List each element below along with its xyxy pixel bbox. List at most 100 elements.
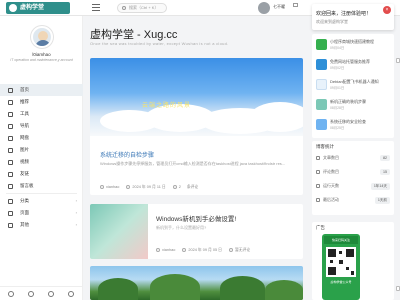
user-avatar[interactable]: [258, 2, 270, 14]
bell-icon[interactable]: [286, 3, 290, 7]
sidebar-footer: [0, 286, 83, 300]
user-icon[interactable]: [68, 291, 74, 297]
notice-subtitle: 欢迎来到虚构学堂: [316, 19, 348, 24]
sidebar-item-recommend[interactable]: 推荐: [0, 96, 83, 108]
sidebar-item-navigation[interactable]: 导航: [0, 120, 83, 132]
search-input[interactable]: 搜索（Ctrl + K）: [117, 3, 167, 13]
list-item[interactable]: 小程序商城快速搭建教程 09月04日: [316, 38, 392, 52]
logo-text: 虚构学堂: [20, 4, 45, 11]
post-comment-count: 2: [178, 185, 181, 189]
logo-mark-icon: [9, 4, 17, 12]
post-thumbnail: [316, 59, 327, 70]
star-icon: [8, 100, 13, 105]
post-title[interactable]: Windows新机到手必做设置!: [156, 213, 236, 223]
more-icon: [8, 223, 13, 228]
stat-row: 文章数目 82: [316, 155, 390, 166]
sidebar-nav: 首页 推荐 工具 导航 网盘 图片 视频 友链 留言板 分类 › 页面 › 其他 ›: [0, 84, 83, 231]
post-date: 2024 年 09 月 11 日: [132, 185, 166, 189]
qr-ad-banner[interactable]: 快来扫码关注 虚构学堂公众号: [322, 234, 360, 300]
ad-title: 广告: [316, 225, 325, 230]
sidebar-item-pages[interactable]: 页面 ›: [0, 207, 83, 219]
message-icon: [8, 184, 13, 189]
sidebar-item-home[interactable]: 首页: [0, 84, 83, 96]
post-meta: xianhao 2024 年 09 月 05 日 暂无评论: [156, 248, 303, 253]
sidebar-item-guestbook[interactable]: 留言板: [0, 180, 83, 192]
post-thumbnail[interactable]: [90, 204, 148, 259]
login-icon[interactable]: [48, 291, 54, 297]
image-icon: [8, 148, 13, 153]
chevron-right-icon: ›: [75, 198, 77, 203]
post-author[interactable]: xianhao: [162, 248, 175, 252]
username[interactable]: 七不曜: [273, 4, 285, 10]
list-item[interactable]: 系统迁移的安全检查 08月25日: [316, 118, 392, 132]
post-thumbnail: [316, 119, 327, 130]
welcome-notice: 欢迎回来，注册体验吧！ 欢迎来到虚构学堂 ×: [312, 4, 394, 30]
close-icon[interactable]: ×: [383, 6, 391, 14]
post-card[interactable]: 云端之路的风景 系统迁移的自检步骤 Windows操作步骤先停掉服务，管理员打开…: [90, 58, 303, 195]
post-card[interactable]: [90, 266, 303, 300]
sidebar-item-other[interactable]: 其他 ›: [0, 219, 83, 231]
post-title[interactable]: 系统迁移的自检步骤: [100, 150, 154, 159]
settings-icon[interactable]: [28, 291, 34, 297]
sidebar-item-netdisk[interactable]: 网盘: [0, 132, 83, 144]
float-tool-icon[interactable]: [396, 286, 400, 291]
post-comment-count: 暂无评论: [235, 248, 251, 252]
post-banner-image[interactable]: 云端之路的风景: [90, 58, 303, 136]
menu-toggle-icon[interactable]: [92, 4, 100, 11]
sidebar-item-tools[interactable]: 工具: [0, 108, 83, 120]
post-meta: xianhao 2024 年 09 月 11 日 2 条评论: [100, 185, 280, 190]
list-item[interactable]: 免费网站托管服务推荐 09月02日: [316, 58, 392, 72]
page-icon: [8, 211, 13, 216]
post-banner-image[interactable]: [90, 266, 303, 300]
post-excerpt: Windows操作步骤先停掉服务，管理员打开cmd输入检测是否存在taskhos…: [100, 161, 286, 166]
stats-title: 博客统计: [316, 144, 334, 149]
list-item[interactable]: 新机正确的装机步骤 08月28日: [316, 98, 392, 112]
post-thumbnail: [316, 79, 327, 90]
stat-row: 最后活动 1天前: [316, 197, 390, 208]
clock-icon: [182, 248, 187, 252]
profile-name: l0iamhao: [32, 52, 51, 57]
chevron-right-icon: ›: [75, 210, 77, 215]
grid-icon: [8, 199, 13, 204]
link-icon: [8, 172, 13, 177]
back-to-top-icon[interactable]: [396, 58, 400, 63]
comment-icon: [229, 248, 233, 252]
comment-icon: [172, 185, 177, 189]
post-thumbnail: [316, 39, 327, 50]
stat-row: 评论数目 15: [316, 169, 390, 180]
calendar-icon: [316, 183, 320, 188]
profile-bio: IT operation and maintenance,y account: [10, 58, 73, 62]
list-item[interactable]: Debian配置飞书机器人通知 09月01日: [316, 78, 392, 92]
clock-icon: [316, 197, 320, 202]
ad-widget: 广告 快来扫码关注 虚构学堂公众号: [312, 222, 394, 300]
mail-icon[interactable]: [293, 3, 298, 7]
stat-row: 运行天数 1年14天: [316, 183, 390, 194]
article-icon: [316, 155, 320, 160]
clock-icon: [126, 185, 131, 189]
post-excerpt: 新机到手，什么设置最好用?: [156, 225, 207, 230]
site-logo[interactable]: 虚构学堂: [6, 2, 70, 14]
home-icon: [8, 88, 13, 93]
author-icon: [100, 185, 104, 189]
blog-stats-widget: 博客统计 文章数目 82 评论数目 15 运行天数 1年14天 最后活动 1天前: [312, 141, 394, 215]
video-icon: [8, 160, 13, 165]
profile-avatar[interactable]: [31, 26, 53, 48]
recent-posts-widget: 小程序商城快速搭建教程 09月04日 免费网站托管服务推荐 09月02日 Deb…: [312, 34, 394, 138]
post-card[interactable]: Windows新机到手必做设置! 新机到手，什么设置最好用? xianhao 2…: [90, 204, 303, 259]
qr-footer: 虚构学堂公众号: [330, 280, 352, 284]
post-comment-label: 条评论: [186, 185, 199, 189]
nav-divider: [6, 193, 77, 194]
qr-header: 快来扫码关注: [324, 236, 358, 244]
search-placeholder: 搜索（Ctrl + K）: [129, 5, 159, 10]
sidebar-item-categories[interactable]: 分类 ›: [0, 195, 83, 207]
post-thumbnail: [316, 99, 327, 110]
sidebar-item-video[interactable]: 视频: [0, 156, 83, 168]
tool-icon: [8, 112, 13, 117]
banner-caption: 云端之路的风景: [142, 103, 192, 109]
post-author[interactable]: xianhao: [106, 185, 119, 189]
sidebar-item-links[interactable]: 友链: [0, 168, 83, 180]
theme-toggle-icon[interactable]: [8, 291, 14, 297]
search-icon: [122, 6, 126, 10]
left-sidebar: l0iamhao IT operation and maintenance,y …: [0, 16, 83, 300]
sidebar-item-images[interactable]: 图片: [0, 144, 83, 156]
